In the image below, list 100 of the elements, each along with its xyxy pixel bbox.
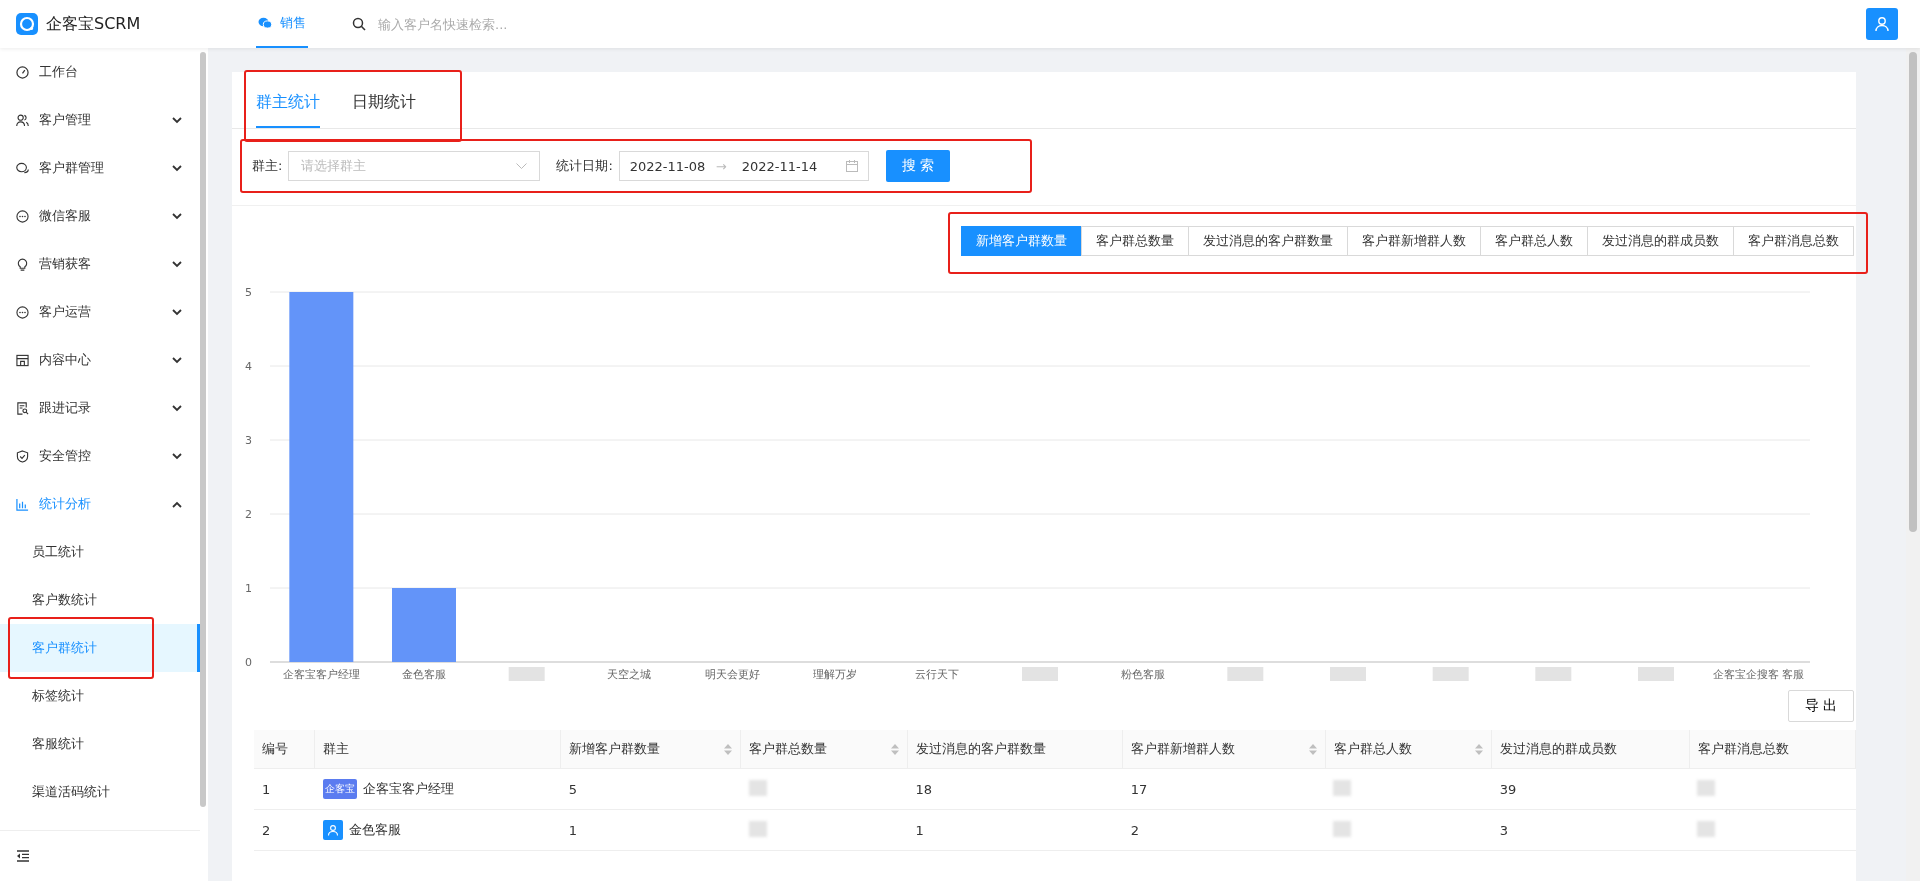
column-header[interactable]: 客户群总数量 bbox=[740, 730, 908, 769]
document-search-icon bbox=[16, 401, 29, 415]
logo-avatar: 企客宝 bbox=[322, 779, 357, 799]
sidebar-item[interactable]: 工作台 bbox=[0, 48, 200, 96]
y-tick-label: 4 bbox=[245, 360, 252, 373]
search-icon bbox=[352, 17, 366, 31]
blurred-label bbox=[1638, 667, 1674, 681]
people-icon bbox=[16, 113, 29, 127]
chat-bubbles-icon bbox=[16, 161, 29, 175]
blurred-value bbox=[1333, 820, 1352, 837]
owner-name: 企客宝客户经理 bbox=[362, 780, 454, 798]
blurred-label bbox=[1022, 667, 1058, 681]
blurred-label bbox=[1535, 667, 1572, 681]
person-avatar-icon bbox=[322, 820, 343, 840]
blurred-label bbox=[1432, 667, 1469, 681]
table-cell: 1 bbox=[560, 809, 741, 851]
bar-chart-icon bbox=[16, 497, 29, 511]
bulb-icon bbox=[16, 257, 29, 271]
metric-toggle[interactable]: 发过消息的群成员数 bbox=[1587, 226, 1734, 256]
dots-icon bbox=[16, 305, 29, 319]
table-cell: 1 bbox=[254, 768, 315, 810]
y-tick-label: 2 bbox=[245, 508, 252, 521]
x-tick-label: 云行天下 bbox=[915, 668, 960, 681]
date-label: 统计日期: bbox=[556, 157, 613, 175]
sidebar-item[interactable]: 安全管控 bbox=[0, 432, 200, 480]
blurred-label bbox=[508, 667, 545, 681]
shield-icon bbox=[16, 449, 29, 463]
tab[interactable]: 日期统计 bbox=[352, 78, 416, 128]
blurred-value bbox=[1697, 820, 1716, 837]
table-cell: 5 bbox=[560, 768, 741, 810]
column-header: 发过消息的客户群数量 bbox=[907, 730, 1123, 769]
column-header[interactable]: 客户群新增群人数 bbox=[1122, 730, 1326, 769]
sort-icon bbox=[1475, 743, 1484, 755]
x-tick-label: 企客宝企搜客 客服 bbox=[1712, 668, 1805, 681]
owner-label: 群主: bbox=[252, 157, 283, 175]
export-button[interactable]: 导 出 bbox=[1787, 690, 1854, 722]
sidebar-subitem[interactable]: 客户数统计 bbox=[0, 576, 200, 624]
x-tick-label: 粉色客服 bbox=[1120, 668, 1165, 681]
gauge-icon bbox=[16, 65, 29, 79]
sidebar-item[interactable]: 客户群管理 bbox=[0, 144, 200, 192]
table-cell: 2 bbox=[254, 809, 315, 851]
user-icon bbox=[1874, 16, 1890, 32]
metric-toggle[interactable]: 客户群新增群人数 bbox=[1347, 226, 1481, 256]
metric-toggle[interactable]: 客户群总人数 bbox=[1480, 226, 1588, 256]
sidebar-item[interactable]: 内容中心 bbox=[0, 336, 200, 384]
blurred-value bbox=[1333, 779, 1352, 796]
y-tick-label: 3 bbox=[245, 434, 252, 447]
collapse-menu-icon[interactable] bbox=[16, 850, 30, 862]
sidebar-item[interactable]: 微信客服 bbox=[0, 192, 200, 240]
blurred-label bbox=[1330, 667, 1366, 681]
y-tick-label: 5 bbox=[245, 286, 252, 299]
calendar-icon bbox=[845, 160, 858, 172]
x-tick-label: 金色客服 bbox=[402, 668, 446, 681]
y-tick-label: 0 bbox=[245, 656, 252, 669]
metric-toggle[interactable]: 发过消息的客户群数量 bbox=[1188, 226, 1348, 256]
table-cell: 2 bbox=[1122, 809, 1326, 851]
page-scrollbar[interactable] bbox=[1906, 48, 1920, 881]
app-name: 企客宝SCRM bbox=[46, 13, 141, 35]
sidebar-subitem[interactable]: 渠道活码统计 bbox=[0, 768, 200, 816]
sidebar-scrollbar[interactable] bbox=[200, 52, 206, 807]
chat-icon bbox=[258, 17, 272, 29]
column-header[interactable]: 客户群总人数 bbox=[1325, 730, 1492, 769]
user-avatar-button[interactable] bbox=[1866, 8, 1898, 40]
blurred-value bbox=[748, 820, 767, 837]
sidebar-subitem[interactable]: 标签统计 bbox=[0, 672, 200, 720]
store-icon bbox=[16, 353, 29, 367]
column-header: 发过消息的群成员数 bbox=[1491, 730, 1690, 769]
metric-toggle[interactable]: 客户群消息总数 bbox=[1733, 226, 1854, 256]
sidebar-subitem[interactable]: 客服统计 bbox=[0, 720, 200, 768]
date-range-field[interactable]: 2022-11-08 → 2022-11-14 bbox=[618, 151, 869, 181]
table-cell: 3 bbox=[1491, 809, 1690, 851]
sidebar-item[interactable]: 跟进记录 bbox=[0, 384, 200, 432]
sort-icon bbox=[1308, 743, 1317, 755]
sidebar-item[interactable]: 客户运营 bbox=[0, 288, 200, 336]
x-tick-label: 明天会更好 bbox=[704, 668, 760, 681]
table-cell: 1 bbox=[907, 809, 1123, 851]
x-tick-label: 企客宝客户经理 bbox=[282, 668, 360, 681]
logo-icon bbox=[16, 13, 38, 35]
table-cell: 39 bbox=[1491, 768, 1690, 810]
y-tick-label: 1 bbox=[245, 582, 252, 595]
column-header: 编号 bbox=[254, 730, 315, 769]
dots-icon bbox=[16, 209, 29, 223]
sidebar-item[interactable]: 营销获客 bbox=[0, 240, 200, 288]
blurred-value bbox=[748, 779, 767, 796]
sidebar-item[interactable]: 客户管理 bbox=[0, 96, 200, 144]
table-cell: 18 bbox=[907, 768, 1123, 810]
sidebar-subitem[interactable]: 员工统计 bbox=[0, 528, 200, 576]
column-header: 客户群消息总数 bbox=[1689, 730, 1856, 769]
sort-icon bbox=[724, 743, 733, 755]
blurred-value bbox=[1697, 779, 1716, 796]
sort-icon bbox=[890, 743, 899, 755]
column-header: 群主 bbox=[314, 730, 561, 769]
chevron-down-icon bbox=[516, 162, 528, 170]
table-cell: 17 bbox=[1122, 768, 1326, 810]
x-tick-label: 天空之城 bbox=[607, 668, 652, 681]
metric-toggle[interactable]: 客户群总数量 bbox=[1081, 226, 1189, 256]
column-header[interactable]: 新增客户群数量 bbox=[560, 730, 741, 769]
blurred-label bbox=[1227, 667, 1264, 681]
owner-name: 金色客服 bbox=[348, 821, 401, 839]
x-tick-label: 理解万岁 bbox=[812, 668, 857, 681]
